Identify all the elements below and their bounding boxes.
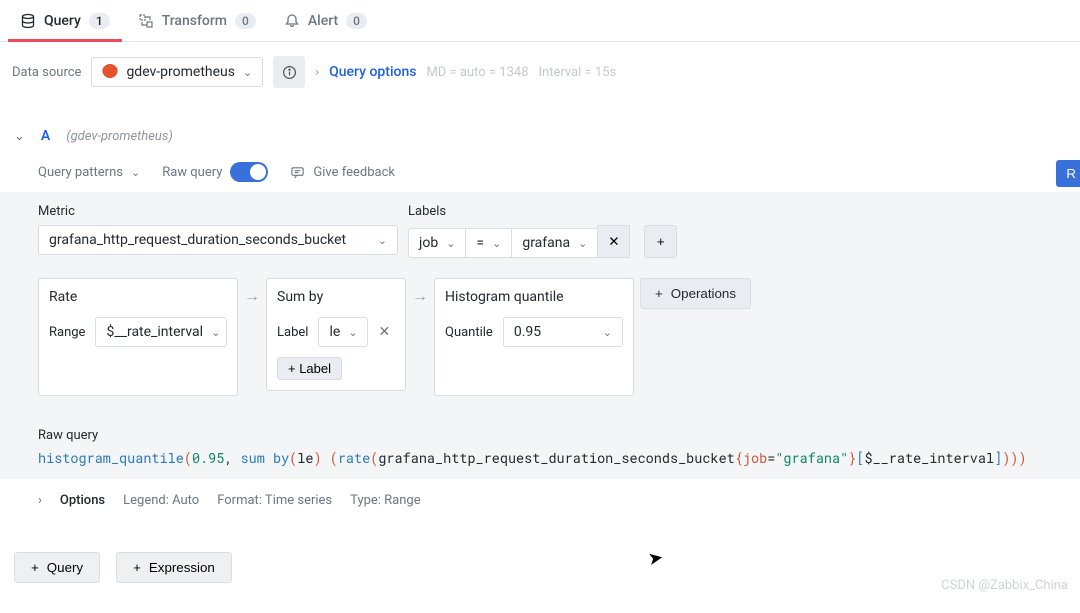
tab-transform-count: 0 <box>235 13 256 29</box>
tab-query[interactable]: Query 1 <box>20 0 110 41</box>
give-feedback-button[interactable]: Give feedback <box>290 165 395 180</box>
labels-label: Labels <box>408 204 677 219</box>
op-sumby-value-select[interactable]: le ⌄ <box>318 317 368 347</box>
label-op-select[interactable]: = ⌄ <box>465 228 512 258</box>
query-header: ⌄ A (gdev-prometheus) <box>0 120 1080 152</box>
chevron-down-icon: ⌄ <box>211 326 220 339</box>
op-sumby-add-label-button[interactable]: + Label <box>277 357 342 380</box>
query-hint-md: MD = auto = 1348 <box>426 65 528 80</box>
op-histogram: Histogram quantile Quantile 0.95 ⌄ <box>434 278 634 396</box>
query-ds-name: (gdev-prometheus) <box>66 129 172 144</box>
plus-icon: + <box>655 286 663 301</box>
tab-alert-count: 0 <box>346 13 367 29</box>
chat-icon <box>290 165 305 180</box>
chevron-down-icon: ⌄ <box>492 237 501 250</box>
datasource-help-button[interactable] <box>273 56 305 88</box>
label-add-button[interactable]: + <box>644 225 677 258</box>
label-remove-button[interactable]: ✕ <box>597 225 630 258</box>
add-operations-button[interactable]: + Operations <box>640 278 751 309</box>
chevron-right-icon: › <box>38 493 42 508</box>
transform-icon <box>138 13 154 29</box>
plus-icon: + <box>657 234 665 249</box>
collapse-icon[interactable]: ⌄ <box>14 129 25 144</box>
label-key-select[interactable]: job ⌄ <box>408 228 466 258</box>
label-value-select[interactable]: grafana ⌄ <box>511 228 598 258</box>
query-options-row[interactable]: › Options Legend: Auto Format: Time seri… <box>0 479 1080 522</box>
options-type: Type: Range <box>350 493 420 508</box>
raw-query-label: Raw query <box>38 428 1042 443</box>
query-letter: A <box>41 128 50 144</box>
add-query-button[interactable]: + Query <box>14 552 100 583</box>
op-rate-title: Rate <box>49 289 227 307</box>
metric-field: Metric grafana_http_request_duration_sec… <box>38 204 398 258</box>
tab-alert[interactable]: Alert 0 <box>284 0 367 41</box>
chevron-down-icon: ⌄ <box>603 326 612 339</box>
op-sumby-title: Sum by <box>277 289 395 307</box>
op-rate: Rate Range $__rate_interval ⌄ <box>38 278 238 396</box>
arrow-icon: → <box>412 278 428 306</box>
op-rate-param-label: Range <box>49 325 85 340</box>
datasource-row: Data source gdev-prometheus ⌄ › Query op… <box>0 42 1080 102</box>
options-format: Format: Time series <box>217 493 332 508</box>
chevron-down-icon: ⌄ <box>378 234 387 247</box>
op-sumby-param-label: Label <box>277 325 308 340</box>
options-label: Options <box>60 493 105 508</box>
raw-query-toggle-label: Raw query <box>162 162 268 182</box>
raw-query-section: Raw query histogram_quantile(0.95, sum b… <box>0 416 1080 479</box>
chevron-down-icon: ⌄ <box>578 237 587 250</box>
query-builder: Metric grafana_http_request_duration_sec… <box>0 192 1080 416</box>
database-icon <box>20 13 36 29</box>
add-expression-button[interactable]: + Expression <box>116 552 232 583</box>
editor-tabs: Query 1 Transform 0 Alert 0 <box>0 0 1080 42</box>
prometheus-icon <box>102 64 118 80</box>
chevron-down-icon: ⌄ <box>446 237 455 250</box>
plus-icon: + <box>133 560 141 575</box>
raw-query-toggle[interactable] <box>230 162 268 182</box>
run-query-button[interactable]: R <box>1056 160 1080 187</box>
tab-query-count: 1 <box>89 13 110 29</box>
options-legend: Legend: Auto <box>123 493 199 508</box>
query-patterns-button[interactable]: Query patterns ⌄ <box>38 165 140 180</box>
datasource-select[interactable]: gdev-prometheus ⌄ <box>91 57 263 87</box>
watermark: CSDN @Zabbix_China <box>941 578 1068 593</box>
query-options-link[interactable]: Query options <box>329 64 416 80</box>
op-histogram-value-select[interactable]: 0.95 ⌄ <box>503 317 623 347</box>
chevron-down-icon: ⌄ <box>243 66 252 79</box>
chevron-down-icon: ⌄ <box>131 166 140 179</box>
plus-icon: + <box>31 560 39 575</box>
bell-icon <box>284 13 300 29</box>
tab-alert-label: Alert <box>308 13 338 29</box>
op-sumby-remove[interactable]: ✕ <box>378 324 390 340</box>
close-icon: ✕ <box>608 234 619 250</box>
chevron-down-icon: ⌄ <box>348 326 357 339</box>
datasource-label: Data source <box>12 65 81 80</box>
query-hint-interval: Interval = 15s <box>539 65 617 80</box>
query-toolbar: Query patterns ⌄ Raw query Give feedback… <box>0 152 1080 192</box>
datasource-value: gdev-prometheus <box>126 64 235 80</box>
tab-query-label: Query <box>44 13 81 29</box>
op-histogram-param-label: Quantile <box>445 325 493 340</box>
query-section: ⌄ A (gdev-prometheus) Query patterns ⌄ R… <box>0 120 1080 522</box>
arrow-icon: → <box>244 278 260 306</box>
raw-query-code[interactable]: histogram_quantile(0.95, sum by(le) (rat… <box>38 449 1042 467</box>
tab-transform-label: Transform <box>162 13 227 29</box>
op-rate-value-select[interactable]: $__rate_interval ⌄ <box>95 317 227 347</box>
info-icon <box>282 65 297 80</box>
tab-transform[interactable]: Transform 0 <box>138 0 256 41</box>
labels-field: Labels job ⌄ = ⌄ grafana ⌄ ✕ + <box>408 204 677 258</box>
op-sumby: Sum by Label le ⌄ ✕ + Label <box>266 278 406 391</box>
chevron-right-icon: › <box>315 65 319 80</box>
operations-row: Rate Range $__rate_interval ⌄ → Sum by L… <box>38 278 1042 396</box>
metric-label: Metric <box>38 204 398 219</box>
op-histogram-title: Histogram quantile <box>445 289 623 307</box>
bottom-buttons: + Query + Expression <box>0 522 1080 613</box>
metric-select[interactable]: grafana_http_request_duration_seconds_bu… <box>38 225 398 255</box>
